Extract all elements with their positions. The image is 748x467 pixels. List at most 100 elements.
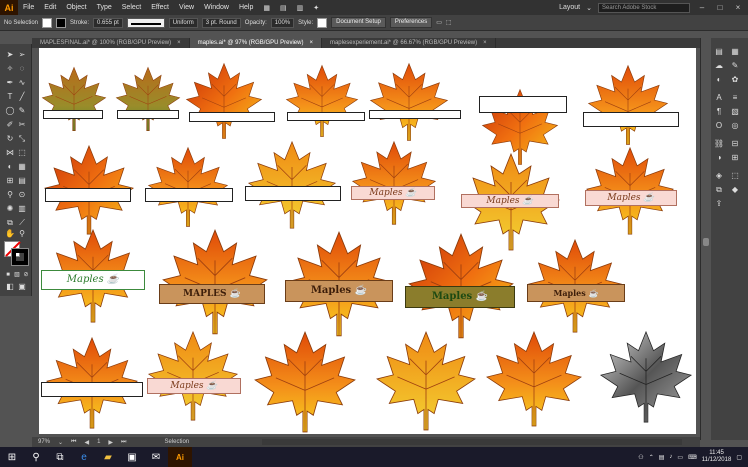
paragraph-icon[interactable]: ¶ bbox=[713, 106, 725, 117]
battery-icon[interactable]: ▭ bbox=[677, 454, 683, 461]
tab-maples[interactable]: maples.ai* @ 97% (RGB/GPU Preview) × bbox=[189, 38, 322, 48]
pathfinder-icon[interactable]: ⊞ bbox=[729, 152, 741, 163]
label-banner[interactable] bbox=[583, 112, 679, 127]
label-banner[interactable]: MAPLES ☕ bbox=[159, 284, 265, 304]
stock-icon[interactable]: ▤ bbox=[275, 4, 292, 12]
none-mode-icon[interactable]: ⊘ bbox=[21, 270, 31, 280]
minimize-icon[interactable]: – bbox=[696, 3, 708, 12]
libraries-icon[interactable]: ☁ bbox=[713, 60, 725, 71]
maple-leaf[interactable] bbox=[147, 330, 239, 422]
gradient-icon[interactable]: ▤ bbox=[17, 176, 27, 186]
label-banner[interactable] bbox=[41, 382, 143, 397]
people-icon[interactable]: ⚇ bbox=[638, 454, 643, 461]
width-tool-icon[interactable]: ⋈ bbox=[5, 148, 15, 158]
stroke-preview[interactable] bbox=[126, 17, 165, 28]
maple-leaf[interactable] bbox=[147, 146, 229, 228]
free-transform-icon[interactable]: ⬚ bbox=[17, 148, 27, 158]
menu-type[interactable]: Type bbox=[92, 4, 117, 11]
arrange-icon[interactable]: ▥ bbox=[292, 4, 309, 12]
illustrator-taskbar-icon[interactable]: Ai bbox=[168, 447, 192, 467]
menu-window[interactable]: Window bbox=[199, 4, 234, 11]
last-artboard-icon[interactable]: ⏭ bbox=[121, 439, 126, 446]
graph-tool-icon[interactable]: ▥ bbox=[17, 204, 27, 214]
maple-leaf[interactable] bbox=[599, 330, 693, 424]
label-banner[interactable] bbox=[45, 188, 131, 202]
maple-leaf[interactable] bbox=[351, 140, 437, 226]
store-icon[interactable]: ▣ bbox=[120, 447, 144, 467]
slice-tool-icon[interactable]: ⟋ bbox=[17, 218, 27, 228]
menu-select[interactable]: Select bbox=[117, 4, 146, 11]
maple-leaf[interactable] bbox=[587, 64, 669, 146]
scale-icon[interactable]: ⤡ bbox=[17, 134, 27, 144]
scroll-thumb[interactable] bbox=[703, 238, 709, 246]
transparency-icon[interactable]: ◑ bbox=[713, 152, 725, 163]
brushes-icon[interactable]: ✎ bbox=[729, 60, 741, 71]
symbols-icon[interactable]: ✿ bbox=[729, 74, 741, 85]
chevron-down-icon[interactable]: ⌄ bbox=[586, 4, 592, 12]
document-setup-button[interactable]: Document Setup bbox=[331, 17, 386, 28]
gradient-panel-icon[interactable]: ▧ bbox=[729, 106, 741, 117]
color-icon[interactable]: ◐ bbox=[713, 74, 725, 85]
task-view-icon[interactable]: ⧉ bbox=[48, 447, 72, 467]
search-input[interactable]: Search Adobe Stock bbox=[598, 2, 690, 13]
workspace-switcher[interactable]: Layout bbox=[559, 4, 580, 11]
label-banner[interactable] bbox=[43, 110, 103, 119]
label-banner[interactable] bbox=[117, 110, 179, 119]
vertical-scrollbar[interactable] bbox=[701, 38, 711, 440]
label-banner[interactable]: Maples ☕ bbox=[285, 280, 393, 302]
maple-leaf[interactable] bbox=[485, 330, 583, 428]
curvature-icon[interactable]: ∿ bbox=[17, 78, 27, 88]
magic-wand-icon[interactable]: ✧ bbox=[5, 64, 15, 74]
menu-edit[interactable]: Edit bbox=[39, 4, 61, 11]
system-clock[interactable]: 11:45 11/12/2018 bbox=[702, 450, 732, 464]
label-banner[interactable]: Maples ☕ bbox=[527, 284, 625, 302]
menu-effect[interactable]: Effect bbox=[146, 4, 174, 11]
perspective-grid-icon[interactable]: ▦ bbox=[17, 162, 27, 172]
menu-view[interactable]: View bbox=[174, 4, 199, 11]
preferences-button[interactable]: Preferences bbox=[389, 17, 433, 28]
chevron-down-icon[interactable]: ⌄ bbox=[58, 439, 63, 446]
pen-tool-icon[interactable]: ✒ bbox=[5, 78, 15, 88]
character-icon[interactable]: A bbox=[713, 92, 725, 103]
stroke-icon[interactable]: ≡ bbox=[729, 92, 741, 103]
maple-leaf[interactable] bbox=[247, 140, 337, 230]
zoom-tool-icon[interactable]: ⚲ bbox=[17, 229, 27, 239]
stroke-black-swatch[interactable] bbox=[11, 248, 29, 266]
label-banner[interactable]: Maples ☕ bbox=[461, 194, 559, 208]
ellipse-tool-icon[interactable]: ◯ bbox=[5, 106, 15, 116]
label-banner[interactable] bbox=[189, 112, 275, 122]
tab-maplesfinal[interactable]: MAPLESFINAL.ai* @ 100% (RGB/GPU Preview)… bbox=[32, 38, 190, 48]
variable-width-profile[interactable]: Uniform bbox=[168, 17, 198, 28]
label-banner[interactable] bbox=[245, 186, 341, 201]
symbol-sprayer-icon[interactable]: ✺ bbox=[5, 204, 15, 214]
maximize-icon[interactable]: □ bbox=[714, 3, 726, 12]
opentype-icon[interactable]: O bbox=[713, 120, 725, 131]
rotate-icon[interactable]: ↻ bbox=[5, 134, 15, 144]
close-icon[interactable]: × bbox=[732, 3, 744, 12]
zoom-level[interactable]: 97% bbox=[38, 439, 50, 445]
menu-object[interactable]: Object bbox=[61, 4, 91, 11]
line-tool-icon[interactable]: ╱ bbox=[17, 92, 27, 102]
hand-tool-icon[interactable]: ✋ bbox=[5, 229, 15, 239]
next-artboard-icon[interactable]: ▶ bbox=[108, 439, 113, 446]
maple-leaf[interactable] bbox=[161, 228, 269, 336]
artboards-icon[interactable]: ⧉ bbox=[713, 184, 725, 195]
maple-leaf[interactable] bbox=[115, 66, 181, 132]
keyboard-icon[interactable]: ⌨ bbox=[688, 454, 697, 461]
label-banner[interactable] bbox=[287, 112, 365, 121]
file-explorer-icon[interactable]: ▰ bbox=[96, 447, 120, 467]
volume-icon[interactable]: ♪ bbox=[669, 454, 672, 460]
gpu-icon[interactable]: ✦ bbox=[308, 4, 324, 12]
windows-start-icon[interactable]: ⊞ bbox=[0, 447, 24, 467]
opacity-field[interactable]: 100% bbox=[270, 17, 295, 28]
label-banner[interactable] bbox=[479, 96, 567, 113]
maple-leaf[interactable] bbox=[375, 330, 477, 432]
label-banner[interactable] bbox=[145, 188, 233, 202]
scissors-icon[interactable]: ✂ bbox=[17, 120, 27, 130]
transform-icon[interactable]: ⬚ bbox=[446, 19, 452, 26]
screen-mode-icon[interactable]: ▣ bbox=[17, 282, 27, 292]
artboard-tool-icon[interactable]: ⧉ bbox=[5, 218, 15, 228]
artboard-canvas[interactable]: Maples ☕ Maples ☕ Maples ☕ Maples ☕ MAPL… bbox=[39, 48, 696, 434]
maple-leaf[interactable] bbox=[253, 330, 357, 434]
artboard-number[interactable]: 1 bbox=[97, 439, 100, 445]
